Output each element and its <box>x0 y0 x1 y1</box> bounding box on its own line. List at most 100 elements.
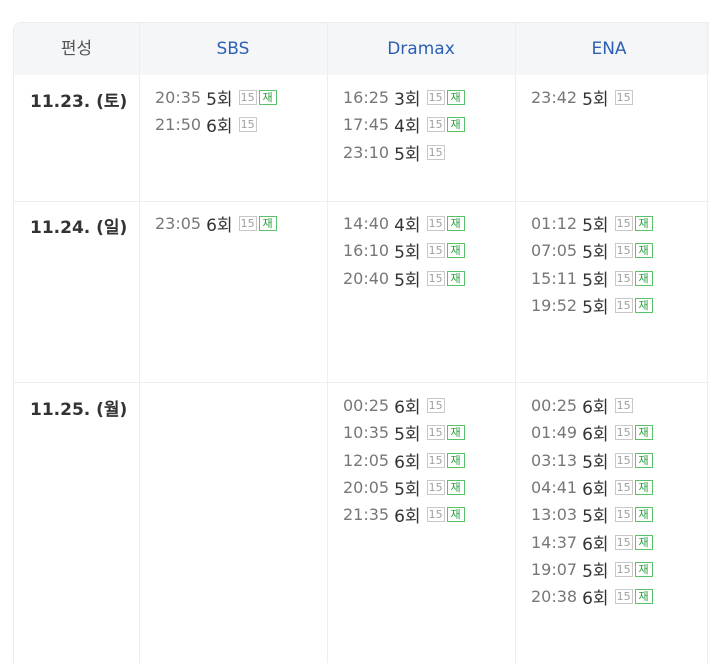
episode-number: 5회 <box>582 243 609 264</box>
broadcast-time: 00:25 <box>343 396 390 416</box>
broadcast-entry: 14:37 6회 15 재 <box>531 528 709 555</box>
schedule-cell-sbs: 23:05 6회 15 재 <box>155 210 335 237</box>
broadcast-time: 20:05 <box>343 478 390 498</box>
broadcast-entry: 00:25 6회 15 <box>343 392 523 419</box>
broadcast-entry: 14:40 4회 15 재 <box>343 210 523 237</box>
episode-number: 6회 <box>582 534 609 555</box>
broadcast-entry: 20:38 6회 15 재 <box>531 583 709 610</box>
age-rating-badge: 15 <box>614 425 633 441</box>
rerun-badge: 재 <box>446 90 465 106</box>
episode-number: 5회 <box>206 90 233 111</box>
broadcast-time: 16:25 <box>343 88 390 108</box>
schedule-cell-ena: 23:42 5회 15 <box>531 84 709 111</box>
broadcast-time: 04:41 <box>531 478 578 498</box>
broadcast-time: 23:10 <box>343 142 390 162</box>
rerun-badge: 재 <box>634 452 653 468</box>
broadcast-time: 20:35 <box>155 88 202 108</box>
age-rating-badge: 15 <box>614 90 633 106</box>
episode-number: 5회 <box>582 452 609 473</box>
broadcast-entry: 13:03 5회 15 재 <box>531 501 709 528</box>
schedule-cell-dramax: 16:25 3회 15 재 17:45 4회 15 재 23:10 5회 15 <box>343 84 523 166</box>
table-header: 편성 SBS Dramax ENA <box>14 23 709 75</box>
episode-number: 5회 <box>394 243 421 264</box>
broadcast-time: 19:07 <box>531 559 578 579</box>
broadcast-entry: 23:42 5회 15 <box>531 84 709 111</box>
broadcast-time: 20:38 <box>531 587 578 607</box>
broadcast-time: 19:52 <box>531 296 578 316</box>
broadcast-entry: 21:50 6회 15 <box>155 111 335 138</box>
broadcast-time: 17:45 <box>343 115 390 135</box>
broadcast-entry: 19:52 5회 15 재 <box>531 292 709 319</box>
header-channel-dramax[interactable]: Dramax <box>327 23 515 75</box>
age-rating-badge: 15 <box>426 117 445 133</box>
rerun-badge: 재 <box>634 589 653 605</box>
broadcast-entry: 10:35 5회 15 재 <box>343 419 523 446</box>
broadcast-entry: 20:35 5회 15 재 <box>155 84 335 111</box>
age-rating-badge: 15 <box>426 144 445 160</box>
broadcast-time: 21:50 <box>155 115 202 135</box>
broadcast-time: 20:40 <box>343 268 390 288</box>
broadcast-time: 10:35 <box>343 423 390 443</box>
broadcast-time: 14:37 <box>531 532 578 552</box>
broadcast-entry: 01:49 6회 15 재 <box>531 419 709 446</box>
age-rating-badge: 15 <box>238 90 257 106</box>
age-rating-badge: 15 <box>614 243 633 259</box>
episode-number: 6회 <box>206 216 233 237</box>
age-rating-badge: 15 <box>614 534 633 550</box>
broadcast-entry: 21:35 6회 15 재 <box>343 501 523 528</box>
broadcast-entry: 19:07 5회 15 재 <box>531 556 709 583</box>
age-rating-badge: 15 <box>614 216 633 232</box>
rerun-badge: 재 <box>634 534 653 550</box>
episode-number: 6회 <box>394 507 421 528</box>
broadcast-time: 16:10 <box>343 241 390 261</box>
rerun-badge: 재 <box>446 270 465 286</box>
rerun-badge: 재 <box>634 270 653 286</box>
age-rating-badge: 15 <box>426 507 445 523</box>
age-rating-badge: 15 <box>614 507 633 523</box>
episode-number: 6회 <box>582 480 609 501</box>
age-rating-badge: 15 <box>614 589 633 605</box>
rerun-badge: 재 <box>258 216 277 232</box>
broadcast-time: 15:11 <box>531 268 578 288</box>
episode-number: 5회 <box>582 270 609 291</box>
broadcast-entry: 17:45 4회 15 재 <box>343 111 523 138</box>
row-divider <box>14 382 709 383</box>
broadcast-entry: 04:41 6회 15 재 <box>531 474 709 501</box>
age-rating-badge: 15 <box>426 398 445 414</box>
episode-number: 5회 <box>394 480 421 501</box>
schedule-table: 편성 SBS Dramax ENA 11.23. (토) 11.24. (일) … <box>13 22 709 663</box>
episode-number: 5회 <box>582 216 609 237</box>
episode-number: 5회 <box>394 425 421 446</box>
header-channel-ena[interactable]: ENA <box>515 23 703 75</box>
episode-number: 5회 <box>582 507 609 528</box>
episode-number: 6회 <box>582 425 609 446</box>
rerun-badge: 재 <box>634 507 653 523</box>
age-rating-badge: 15 <box>238 216 257 232</box>
age-rating-badge: 15 <box>614 561 633 577</box>
age-rating-badge: 15 <box>238 117 257 133</box>
broadcast-time: 07:05 <box>531 241 578 261</box>
schedule-cell-ena: 00:25 6회 15 01:49 6회 15 재 03:13 5회 15 재 04:41 6회 15 재 1… <box>531 392 709 610</box>
age-rating-badge: 15 <box>426 425 445 441</box>
broadcast-time: 23:42 <box>531 88 578 108</box>
age-rating-badge: 15 <box>426 216 445 232</box>
age-rating-badge: 15 <box>614 480 633 496</box>
schedule-cell-dramax: 00:25 6회 15 10:35 5회 15 재 12:05 6회 15 재 20:05 5회 15 재 2… <box>343 392 523 528</box>
rerun-badge: 재 <box>634 216 653 232</box>
header-channel-sbs[interactable]: SBS <box>139 23 327 75</box>
rerun-badge: 재 <box>634 243 653 259</box>
rerun-badge: 재 <box>634 425 653 441</box>
episode-number: 6회 <box>394 452 421 473</box>
column-divider <box>139 23 140 663</box>
date-label: 11.24. (일) <box>30 218 128 238</box>
broadcast-time: 14:40 <box>343 214 390 234</box>
header-schedule: 편성 <box>60 39 93 59</box>
episode-number: 5회 <box>582 90 609 111</box>
date-label: 11.25. (월) <box>30 400 128 420</box>
broadcast-entry: 01:12 5회 15 재 <box>531 210 709 237</box>
rerun-badge: 재 <box>446 507 465 523</box>
rerun-badge: 재 <box>446 243 465 259</box>
age-rating-badge: 15 <box>426 452 445 468</box>
broadcast-entry: 00:25 6회 15 <box>531 392 709 419</box>
episode-number: 6회 <box>394 398 421 419</box>
